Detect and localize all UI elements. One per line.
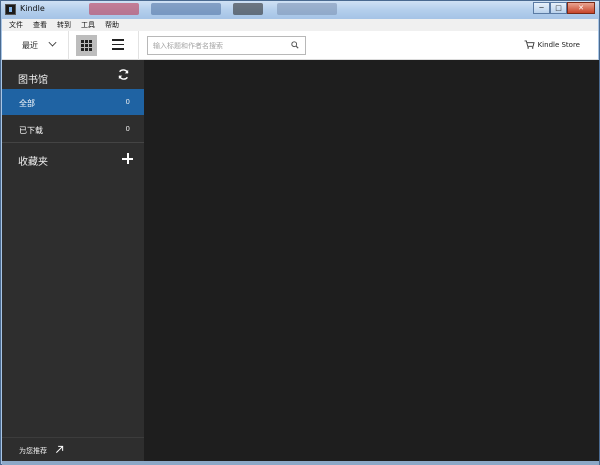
- cart-icon: [524, 40, 535, 49]
- grid-icon: [81, 40, 92, 51]
- background-artifact: [89, 3, 139, 15]
- sidebar-item-all[interactable]: 全部 0: [2, 89, 144, 115]
- minimize-button[interactable]: ─: [533, 2, 550, 14]
- menu-tools[interactable]: 工具: [81, 19, 95, 31]
- plus-icon[interactable]: [122, 153, 133, 164]
- sidebar-divider: [2, 437, 144, 438]
- background-artifact: [277, 3, 337, 15]
- maximize-button[interactable]: □: [550, 2, 567, 14]
- search-placeholder: 输入标题和作者名搜索: [153, 42, 223, 50]
- background-artifact: [233, 3, 263, 15]
- menu-file[interactable]: 文件: [9, 19, 23, 31]
- sidebar-item-count: 0: [125, 125, 130, 133]
- sidebar-item-count: 0: [125, 98, 130, 106]
- title-bar: Kindle ─ □ ✕: [1, 1, 599, 19]
- kindle-store-link[interactable]: Kindle Store: [524, 40, 580, 49]
- kindle-window: Kindle ─ □ ✕ 文件 查看 转到 工具 帮助 最近 输入标题和作者名搜…: [0, 0, 600, 465]
- menu-goto[interactable]: 转到: [57, 19, 71, 31]
- chevron-down-icon[interactable]: [48, 38, 57, 47]
- library-title: 图书馆: [18, 75, 48, 86]
- external-link-icon[interactable]: [55, 445, 64, 454]
- toolbar-divider: [138, 31, 139, 60]
- sidebar-divider: [2, 142, 144, 143]
- favorites-title: 收藏夹: [18, 157, 48, 168]
- sync-icon[interactable]: [117, 68, 130, 81]
- sidebar: 图书馆 全部 0 已下载 0 收藏夹 为您推荐: [2, 60, 144, 461]
- kindle-store-label: Kindle Store: [537, 40, 580, 49]
- list-icon: [112, 39, 124, 41]
- window-title: Kindle: [20, 4, 45, 13]
- menu-view[interactable]: 查看: [33, 19, 47, 31]
- recommended-link[interactable]: 为您推荐: [19, 446, 47, 456]
- background-artifact: [151, 3, 221, 15]
- window-controls: ─ □ ✕: [533, 2, 595, 14]
- app-icon: [5, 4, 16, 15]
- search-input[interactable]: 输入标题和作者名搜索: [147, 36, 306, 55]
- grid-view-button[interactable]: [76, 35, 97, 56]
- library-content-area: [144, 60, 599, 461]
- toolbar: 最近 输入标题和作者名搜索 Kindle Store: [2, 31, 598, 60]
- close-button[interactable]: ✕: [567, 2, 595, 14]
- search-icon[interactable]: [291, 41, 299, 49]
- sidebar-item-label: 已下载: [19, 126, 43, 135]
- menu-help[interactable]: 帮助: [105, 19, 119, 31]
- sort-dropdown-label[interactable]: 最近: [22, 40, 38, 51]
- menu-bar: 文件 查看 转到 工具 帮助: [2, 19, 598, 31]
- toolbar-divider: [68, 31, 69, 60]
- sidebar-item-label: 全部: [19, 99, 35, 108]
- sidebar-item-downloaded[interactable]: 已下载 0: [2, 116, 144, 142]
- list-view-button[interactable]: [112, 39, 124, 51]
- background-artifact: [2, 461, 599, 465]
